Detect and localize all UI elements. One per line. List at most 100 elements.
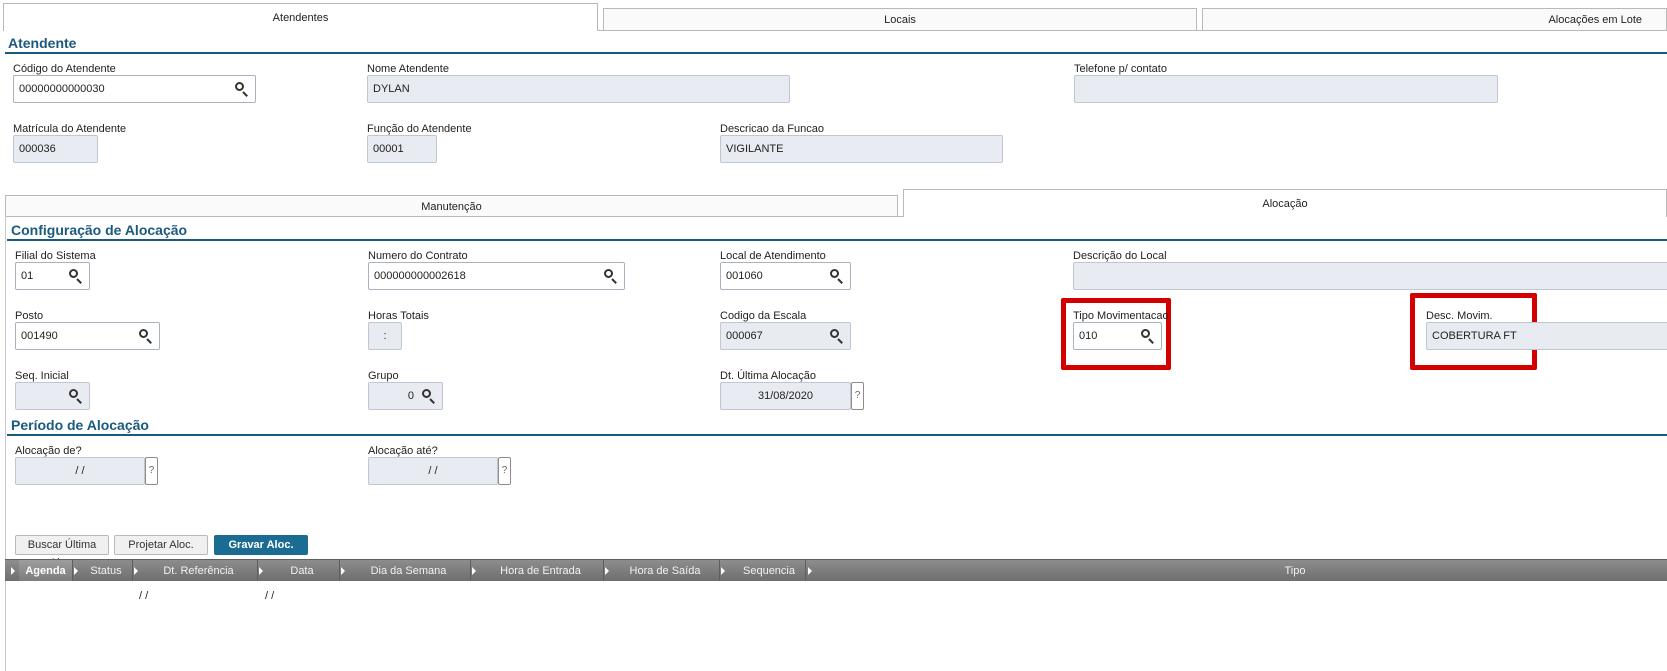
branch-value: 01 bbox=[21, 270, 34, 282]
tab-alocacoes-lote-label: Alocações em Lote bbox=[1548, 14, 1642, 26]
search-icon[interactable] bbox=[830, 329, 844, 344]
sort-arrow-icon bbox=[605, 567, 609, 575]
grid-header: Agenda Status Dt. Referência Data Dia da… bbox=[5, 559, 1667, 582]
search-icon[interactable] bbox=[69, 389, 83, 404]
col-status[interactable]: Status bbox=[80, 560, 132, 582]
search-icon[interactable] bbox=[235, 82, 249, 97]
sort-arrow-icon bbox=[11, 567, 15, 575]
attendant-code-value: 00000000000030 bbox=[19, 83, 105, 95]
table-row-data[interactable]: / / bbox=[265, 590, 274, 602]
col-dt-referencia[interactable]: Dt. Referência bbox=[140, 560, 257, 582]
registration-value: 000036 bbox=[19, 143, 56, 155]
last-alloc-label: Dt. Última Alocação bbox=[720, 370, 816, 382]
save-allocation-button[interactable]: Gravar Aloc. bbox=[214, 535, 308, 555]
help-icon[interactable]: ? bbox=[851, 382, 864, 410]
phone-label: Telefone p/ contato bbox=[1074, 63, 1167, 75]
col-dia-semana[interactable]: Dia da Semana bbox=[347, 560, 470, 582]
function-desc-value: VIGILANTE bbox=[726, 143, 784, 155]
column-divider bbox=[257, 560, 258, 582]
tab-atendentes-label: Atendentes bbox=[272, 12, 329, 24]
sort-arrow-icon bbox=[808, 567, 812, 575]
attendant-name-value: DYLAN bbox=[373, 83, 410, 95]
contract-label: Numero do Contrato bbox=[368, 250, 468, 262]
column-divider bbox=[603, 560, 604, 582]
col-data[interactable]: Data bbox=[265, 560, 339, 582]
search-icon[interactable] bbox=[139, 329, 153, 344]
alloc-from-field[interactable]: / / bbox=[15, 457, 145, 485]
search-icon[interactable] bbox=[69, 269, 83, 284]
col-hora-entrada[interactable]: Hora de Entrada bbox=[478, 560, 603, 582]
movement-type-label: Tipo Movimentacao bbox=[1073, 310, 1169, 322]
post-value: 001490 bbox=[21, 330, 58, 342]
alloc-to-field[interactable]: / / bbox=[368, 457, 498, 485]
total-hours-field: : bbox=[368, 322, 402, 350]
tab-manutencao[interactable]: Manutenção bbox=[5, 195, 898, 217]
initial-seq-label: Seq. Inicial bbox=[15, 370, 69, 382]
service-location-value: 001060 bbox=[726, 270, 763, 282]
alloc-to-label: Alocação até? bbox=[368, 445, 438, 457]
tab-alocacao-label: Alocação bbox=[1262, 198, 1308, 210]
top-tabs-baseline bbox=[598, 30, 1667, 31]
column-divider bbox=[805, 560, 806, 582]
sort-arrow-icon bbox=[74, 567, 78, 575]
tab-alocacoes-lote[interactable]: Alocações em Lote bbox=[1202, 8, 1667, 30]
sort-arrow-icon bbox=[721, 567, 725, 575]
col-tipo[interactable]: Tipo bbox=[815, 560, 1667, 582]
search-icon[interactable] bbox=[422, 389, 436, 404]
col-hora-saida[interactable]: Hora de Saída bbox=[611, 560, 719, 582]
post-label: Posto bbox=[15, 310, 44, 322]
attendant-name-field: DYLAN bbox=[367, 75, 790, 103]
tab-manutencao-label: Manutenção bbox=[421, 201, 482, 213]
attendant-code-field[interactable]: 00000000000030 bbox=[13, 75, 256, 103]
column-divider bbox=[719, 560, 720, 582]
sort-arrow-icon bbox=[134, 567, 138, 575]
group-value: 0 bbox=[407, 390, 414, 402]
project-allocation-button[interactable]: Projetar Aloc. bbox=[114, 535, 208, 555]
registration-field: 000036 bbox=[13, 135, 98, 163]
group-label: Grupo bbox=[368, 370, 399, 382]
help-icon[interactable]: ? bbox=[145, 457, 158, 485]
total-hours-label: Horas Totais bbox=[368, 310, 429, 322]
tab-atendentes[interactable]: Atendentes bbox=[3, 3, 598, 31]
last-alloc-value: 31/08/2020 bbox=[757, 390, 814, 402]
tab-alocacao[interactable]: Alocação bbox=[903, 189, 1667, 217]
alloc-from-label: Alocação de? bbox=[15, 445, 82, 457]
search-icon[interactable] bbox=[1141, 329, 1155, 344]
post-field[interactable]: 001490 bbox=[15, 322, 160, 350]
service-location-field[interactable]: 001060 bbox=[720, 262, 851, 290]
initial-seq-field[interactable] bbox=[15, 382, 90, 410]
location-desc-field bbox=[1073, 262, 1667, 290]
scale-code-field[interactable]: 000067 bbox=[720, 322, 851, 350]
section-title-periodo: Período de Alocação bbox=[11, 417, 149, 433]
last-alloc-field: 31/08/2020 bbox=[720, 382, 851, 410]
movement-desc-value: COBERTURA FT bbox=[1432, 330, 1517, 342]
location-desc-label: Descrição do Local bbox=[1073, 250, 1167, 262]
sort-arrow-icon bbox=[341, 567, 345, 575]
alloc-to-value: / / bbox=[428, 465, 438, 477]
section-divider-configuracao bbox=[7, 239, 1667, 241]
tab-locais[interactable]: Locais bbox=[603, 8, 1197, 30]
help-icon[interactable]: ? bbox=[498, 457, 511, 485]
movement-desc-label: Desc. Movim. bbox=[1426, 310, 1493, 322]
service-location-label: Local de Atendimento bbox=[720, 250, 826, 262]
scale-code-label: Codigo da Escala bbox=[720, 310, 807, 322]
col-agenda[interactable]: Agenda bbox=[19, 560, 72, 582]
section-divider-periodo bbox=[7, 434, 1667, 436]
movement-type-field[interactable]: 010 bbox=[1073, 322, 1162, 350]
total-hours-value: : bbox=[383, 330, 387, 342]
function-value: 00001 bbox=[373, 143, 404, 155]
fetch-last-allocation-button[interactable]: Buscar Última Aloc. bbox=[15, 535, 109, 569]
function-field: 00001 bbox=[367, 135, 437, 163]
phone-field bbox=[1074, 75, 1498, 103]
group-field[interactable]: 0 bbox=[368, 382, 443, 410]
contract-field[interactable]: 000000000002618 bbox=[368, 262, 625, 290]
grid-body: / / / / bbox=[5, 581, 1667, 671]
search-icon[interactable] bbox=[830, 269, 844, 284]
column-divider bbox=[470, 560, 471, 582]
branch-field[interactable]: 01 bbox=[15, 262, 90, 290]
col-sequencia[interactable]: Sequencia bbox=[727, 560, 811, 582]
column-divider bbox=[132, 560, 133, 582]
search-icon[interactable] bbox=[604, 269, 618, 284]
table-row-dt-referencia[interactable]: / / bbox=[139, 590, 148, 602]
tab-locais-label: Locais bbox=[884, 14, 916, 26]
